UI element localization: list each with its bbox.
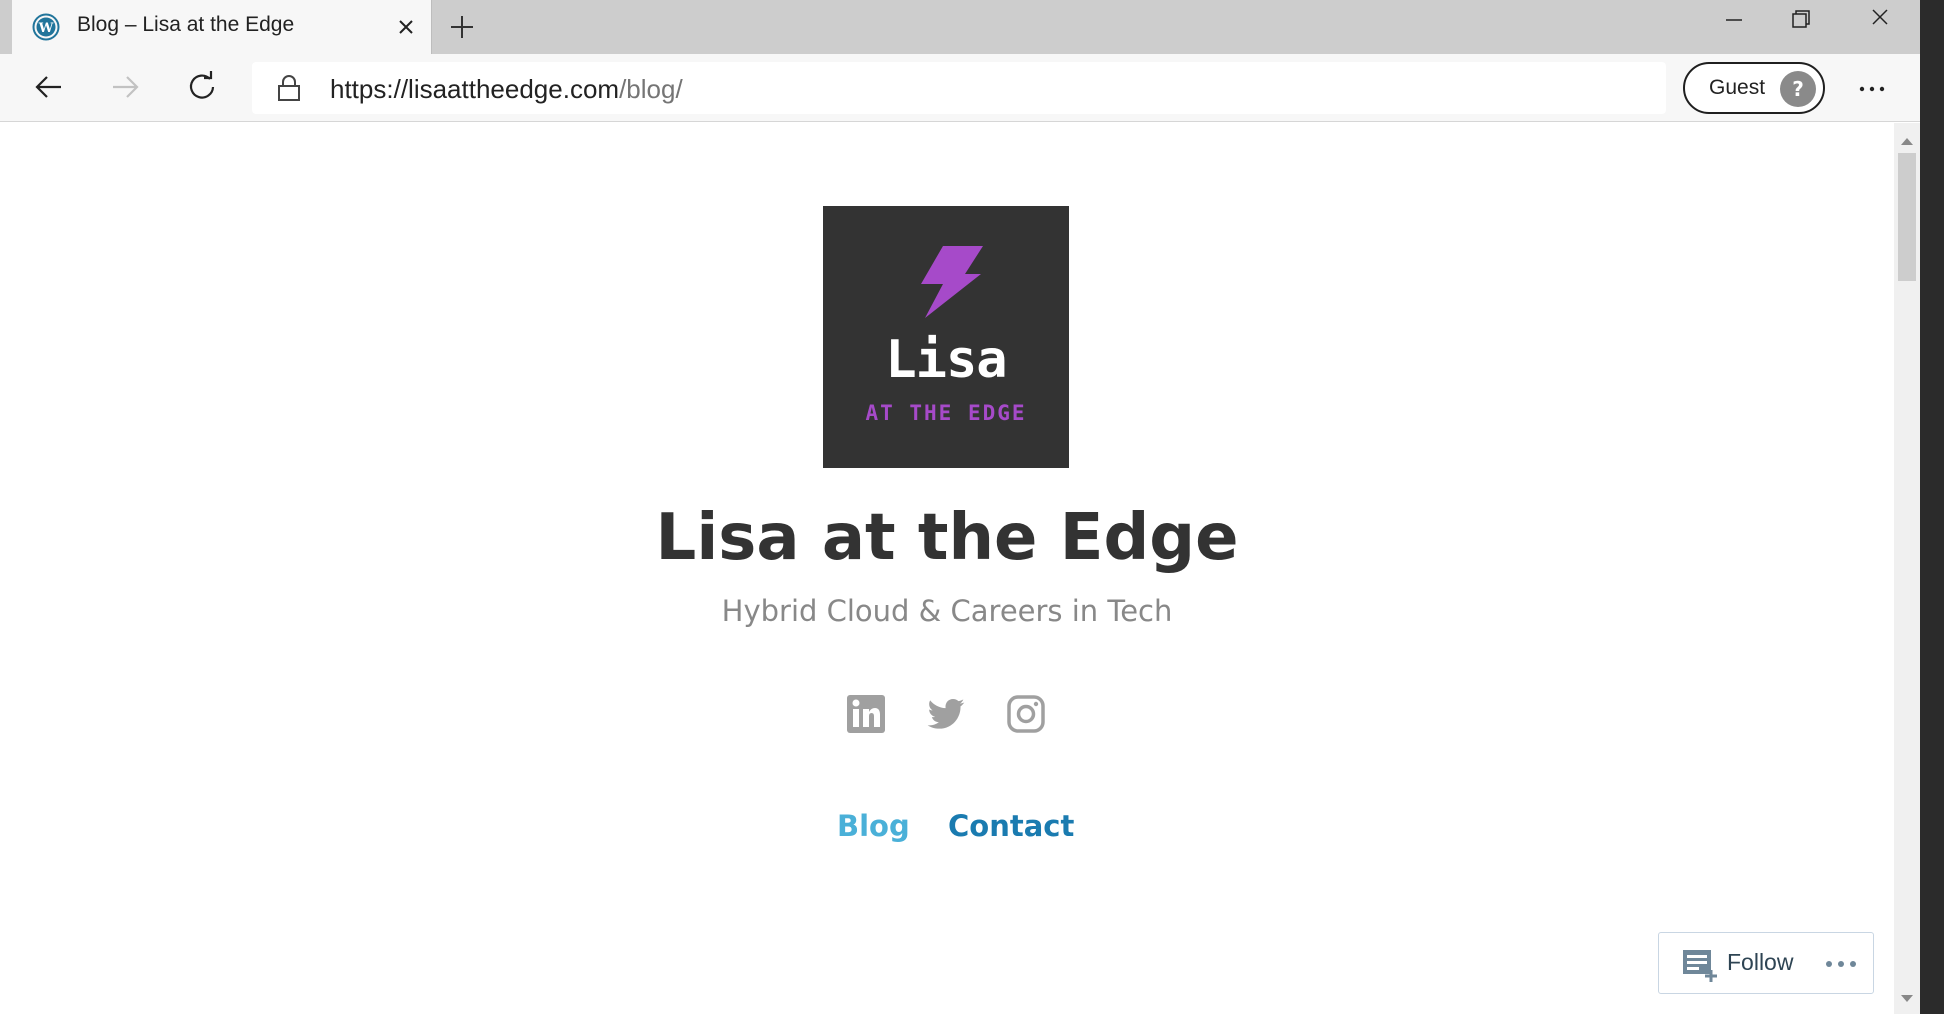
back-arrow-icon[interactable] [31, 69, 67, 105]
logo-word: Lisa [885, 330, 1007, 390]
more-options-icon[interactable] [1823, 953, 1859, 975]
nav-link-blog[interactable]: Blog [837, 809, 910, 843]
browser-toolbar: https://lisaattheedge.com/blog/ Guest ? [0, 54, 1920, 122]
profile-button[interactable]: Guest ? [1683, 62, 1825, 114]
follow-reader-icon [1681, 948, 1719, 982]
refresh-icon[interactable] [184, 69, 220, 105]
svg-text:?: ? [1792, 77, 1804, 101]
scroll-down-arrow-icon[interactable] [1900, 989, 1914, 1002]
svg-text:W: W [38, 21, 54, 36]
scroll-up-arrow-icon[interactable] [1900, 131, 1914, 145]
site-title[interactable]: Lisa at the Edge [0, 501, 1894, 575]
logo-tagline: AT THE EDGE [865, 401, 1027, 425]
scrollbar-thumb[interactable] [1898, 153, 1916, 281]
tab-close-icon[interactable] [392, 13, 420, 41]
tab-strip: W Blog – Lisa at the Edge [0, 0, 1920, 54]
url-path: /blog/ [619, 74, 683, 104]
side-panel-strip [1920, 0, 1944, 1014]
close-icon[interactable] [1862, 4, 1898, 34]
restore-icon[interactable] [1782, 4, 1818, 34]
wordpress-icon: W [32, 13, 60, 41]
more-icon[interactable] [1852, 74, 1892, 104]
avatar-icon: ? [1779, 70, 1817, 108]
nav-link-contact[interactable]: Contact [948, 809, 1074, 843]
vertical-scrollbar[interactable] [1894, 123, 1920, 1014]
linkedin-icon[interactable] [846, 694, 886, 734]
follow-label: Follow [1727, 949, 1794, 975]
tab-title: Blog – Lisa at the Edge [77, 13, 295, 36]
lightning-bolt-icon [917, 244, 987, 320]
lock-icon [276, 74, 302, 102]
site-logo[interactable]: Lisa AT THE EDGE [823, 206, 1069, 468]
url-text: https://lisaattheedge.com/blog/ [330, 74, 683, 105]
minimize-icon[interactable] [1716, 4, 1752, 34]
new-tab-icon[interactable] [445, 10, 479, 44]
url-host: https://lisaattheedge.com [330, 74, 620, 104]
browser-tab[interactable]: W Blog – Lisa at the Edge [12, 0, 432, 54]
twitter-icon[interactable] [926, 694, 966, 734]
profile-label: Guest [1709, 76, 1766, 99]
web-page: Lisa AT THE EDGE Lisa at the Edge Hybrid… [0, 123, 1894, 1014]
instagram-icon[interactable] [1006, 694, 1046, 734]
address-bar[interactable]: https://lisaattheedge.com/blog/ [252, 62, 1666, 114]
forward-arrow-icon[interactable] [107, 69, 143, 105]
site-tagline: Hybrid Cloud & Careers in Tech [721, 594, 1173, 628]
follow-widget[interactable]: Follow [1658, 932, 1874, 994]
